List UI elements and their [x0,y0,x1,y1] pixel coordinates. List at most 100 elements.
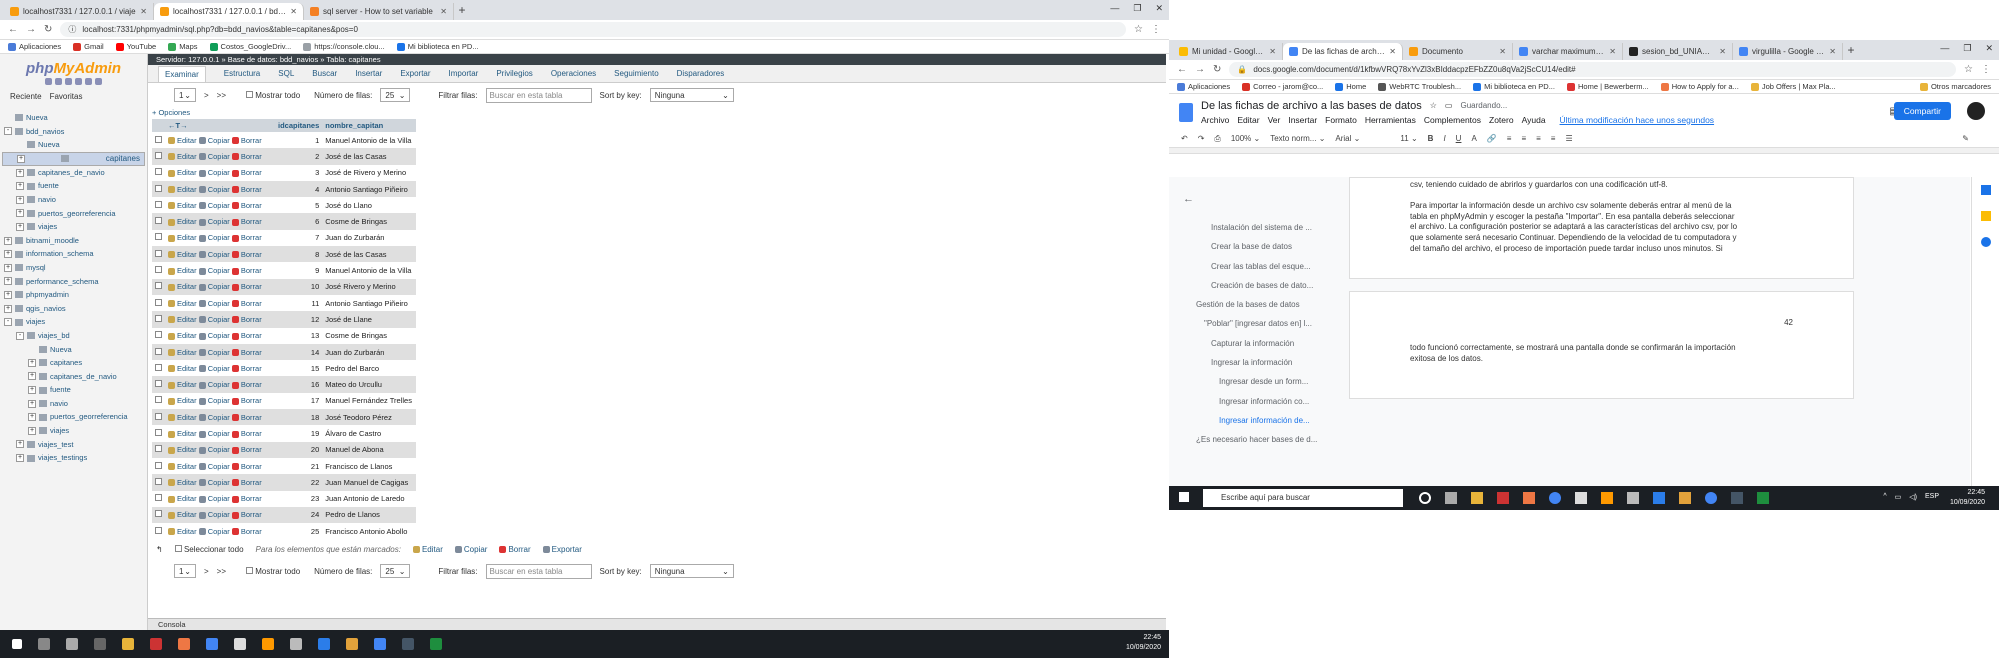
cell-idcapitanes[interactable]: 19 [275,425,323,442]
next-page-button[interactable]: > [204,91,209,100]
favorites-tab[interactable]: Favoritas [50,92,83,101]
cell-nombre-capitan[interactable]: José Rivero y Merino [322,278,417,295]
cell-idcapitanes[interactable]: 9 [275,262,323,279]
outline-item[interactable]: Crear las tablas del esque... [1181,262,1321,281]
last-page-button[interactable]: >> [217,91,226,100]
row-checkbox[interactable] [152,409,165,426]
tree-item[interactable]: + information_schema [2,247,145,261]
minimize-icon[interactable]: — [1110,3,1119,14]
outline-item[interactable]: Ingresar información co... [1181,397,1321,416]
edit-row-button[interactable]: Editar [168,282,197,291]
edit-row-button[interactable]: Editar [168,396,197,405]
bookmark-maps[interactable]: Maps [168,42,198,51]
expand-icon[interactable]: + [4,290,12,299]
breadcrumb[interactable]: Servidor: 127.0.0.1 » Base de datos: bdd… [148,54,1166,65]
cell-idcapitanes[interactable]: 10 [275,278,323,295]
delete-row-button[interactable]: Borrar [231,250,262,259]
cell-idcapitanes[interactable]: 7 [275,229,323,247]
bookmark-item[interactable]: WebRTC Troublesh... [1378,82,1461,91]
row-checkbox[interactable] [152,457,165,475]
row-checkbox[interactable] [152,327,165,344]
expand-icon[interactable]: + [16,195,24,204]
edit-row-button[interactable]: Editar [168,201,197,210]
reload-icon[interactable]: ↻ [1213,64,1221,75]
docs-logo-icon[interactable] [1179,102,1193,122]
copy-row-button[interactable]: Copiar [198,233,230,242]
bulk-copy-button[interactable]: Copiar [454,545,487,554]
outline-item[interactable]: Capturar la información [1181,339,1321,358]
cell-nombre-capitan[interactable]: Álvaro de Castro [322,425,417,442]
doc-menu-2[interactable]: Ver [1268,115,1281,125]
expand-icon[interactable]: + [28,413,36,422]
cell-idcapitanes[interactable]: 13 [275,327,323,344]
bookmark-item[interactable]: Home [1335,82,1366,91]
row-checkbox[interactable] [152,213,165,230]
copy-row-button[interactable]: Copiar [198,527,230,536]
delete-row-button[interactable]: Borrar [231,168,262,177]
edit-row-button[interactable]: Editar [168,185,197,194]
copy-row-button[interactable]: Copiar [198,217,230,226]
copy-row-button[interactable]: Copiar [198,380,230,389]
tree-item[interactable]: + qgis_navios [2,302,145,316]
copy-row-button[interactable]: Copiar [198,299,230,308]
print-icon[interactable]: ⎙ [1214,134,1220,144]
sort-select[interactable]: Ninguna ⌄ [649,88,734,102]
edit-row-button[interactable]: Editar [168,299,197,308]
expand-icon[interactable]: + [16,182,24,191]
lock-icon[interactable]: 🔒 [1237,65,1247,74]
doc-menu-6[interactable]: Complementos [1424,115,1481,125]
row-checkbox[interactable] [152,278,165,295]
close-tab-icon[interactable]: ✕ [440,7,447,16]
edit-row-button[interactable]: Editar [168,136,197,145]
expand-icon[interactable]: + [4,304,12,313]
file-explorer-icon[interactable] [122,638,134,650]
clock-right[interactable]: 22:45 10/09/2020 [1950,488,1985,508]
delete-row-button[interactable]: Borrar [231,331,262,340]
bookmark-star-icon[interactable]: ☆ [1964,64,1973,75]
cell-idcapitanes[interactable]: 1 [275,132,323,149]
row-checkbox[interactable] [152,311,165,328]
doc-menu-3[interactable]: Insertar [1288,115,1317,125]
row-checkbox[interactable] [152,490,165,507]
tab-privilegios[interactable]: Privilegios [496,69,532,78]
copy-row-button[interactable]: Copiar [198,152,230,161]
tree-item[interactable]: + fuente [2,179,145,193]
justify-icon[interactable]: ≡ [1551,134,1556,143]
bookmark-item[interactable]: Otros marcadores [1919,82,1991,91]
edit-row-button[interactable]: Editar [168,380,197,389]
cell-nombre-capitan[interactable]: Juan Antonio de Laredo [322,490,417,507]
row-checkbox[interactable] [152,441,165,458]
cell-nombre-capitan[interactable]: Pedro del Barco [322,360,417,377]
tab-operaciones[interactable]: Operaciones [551,69,596,78]
tree-item[interactable]: Nueva [2,138,145,152]
tab-exportar[interactable]: Exportar [400,69,430,78]
edit-row-button[interactable]: Editar [168,217,197,226]
avatar[interactable] [1967,102,1985,120]
taskbar-search-input[interactable]: Escribe aquí para buscar [1203,489,1403,507]
cell-nombre-capitan[interactable]: José de las Casas [322,246,417,263]
windows-start-icon[interactable] [1179,492,1189,502]
xampp-icon[interactable] [1601,492,1613,504]
vscode-icon[interactable] [1653,492,1665,504]
outline-item[interactable]: Instalación del sistema de ... [1181,223,1321,242]
list-icon[interactable]: ☰ [1565,134,1572,143]
chrome-icon[interactable] [1549,492,1561,504]
expand-icon[interactable]: + [4,236,12,245]
calendar-icon[interactable] [1980,185,1991,195]
edit-row-button[interactable]: Editar [168,233,197,242]
expand-icon[interactable]: + [16,168,24,177]
cell-nombre-capitan[interactable]: Manuel Antonio de la Villa [322,132,417,149]
tab-varchar[interactable]: varchar maximum leng ✕ [1513,43,1623,60]
bookmark-item[interactable]: Job Offers | Max Pla... [1750,82,1836,91]
ruler[interactable] [1169,148,1999,154]
network-icon[interactable]: ▭ [1895,493,1902,501]
cell-nombre-capitan[interactable]: Antonio Santiago Piñeiro [322,294,417,312]
maximize-icon[interactable]: ❐ [1133,3,1141,14]
show-all-toggle-bottom[interactable]: Mostrar todo [246,566,300,576]
align-center-icon[interactable]: ≡ [1521,134,1526,143]
url-bar-right[interactable]: 🔒 docs.google.com/document/d/1kfbwVRQ78x… [1229,62,1957,77]
star-icon[interactable]: ☆ [1430,101,1437,110]
bookmark-item[interactable]: How to Apply for a... [1660,82,1739,91]
language-indicator[interactable]: ESP [1925,493,1939,501]
cell-idcapitanes[interactable]: 4 [275,180,323,198]
